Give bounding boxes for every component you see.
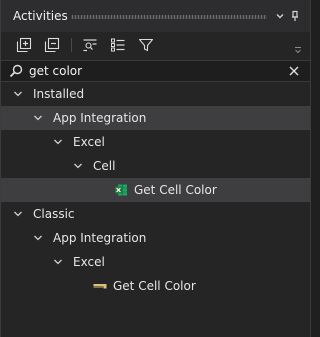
show-favorites-button[interactable]: [81, 36, 99, 54]
classic-activity-icon: [93, 284, 107, 289]
close-icon[interactable]: [288, 65, 300, 77]
tree-node-classic-app-integration[interactable]: App Integration: [1, 226, 310, 250]
expand-all-icon: [16, 37, 32, 53]
tree-label: App Integration: [53, 231, 147, 245]
chevron-down-icon: [34, 115, 42, 121]
collapse-all-icon: [44, 37, 60, 53]
toolbar-separator: [71, 38, 72, 52]
search-icon: [9, 64, 23, 78]
chevron-down-icon: [276, 14, 284, 19]
tree-node-excel[interactable]: Excel: [1, 130, 310, 154]
panel-options-button[interactable]: [273, 9, 287, 23]
tree-node-classic[interactable]: Classic: [1, 202, 310, 226]
tree-label: Get Cell Color: [134, 183, 217, 197]
filter-icon: [138, 38, 154, 52]
collapse-all-button[interactable]: [43, 36, 61, 54]
expand-all-button[interactable]: [15, 36, 33, 54]
activities-toolbar: [1, 32, 310, 58]
tree-label: Excel: [73, 135, 105, 149]
tree-activity-classic-get-cell-color[interactable]: Get Cell Color: [1, 274, 310, 298]
search-input[interactable]: [29, 62, 279, 80]
chevron-down-icon: [34, 235, 42, 241]
tree-label: Cell: [93, 159, 116, 173]
tree-node-classic-excel[interactable]: Excel: [1, 250, 310, 274]
toolbar-overflow-icon[interactable]: [294, 46, 302, 54]
pin-icon: [292, 10, 298, 21]
titlebar-grip: [71, 15, 267, 19]
chevron-down-icon: [54, 259, 62, 265]
excel-icon: [115, 184, 127, 196]
tree-node-app-integration[interactable]: App Integration: [1, 106, 310, 130]
chevron-down-icon: [54, 139, 62, 145]
filter-button[interactable]: [137, 36, 155, 54]
tree-label: Excel: [73, 255, 105, 269]
chevron-down-icon: [74, 163, 82, 169]
tree-label: Classic: [33, 207, 75, 221]
search-box: [1, 60, 310, 82]
chevron-down-icon: [14, 91, 22, 97]
tree-node-installed[interactable]: Installed: [1, 82, 310, 106]
activities-panel: Activities get color Installed App Integ…: [0, 0, 311, 337]
activities-tree: Installed App Integration Excel Cell Get…: [1, 82, 310, 298]
chevron-down-icon: [14, 211, 22, 217]
list-icon: [111, 38, 125, 52]
tree-activity-get-cell-color[interactable]: Get Cell Color: [1, 178, 310, 202]
panel-title: Activities: [13, 9, 68, 23]
show-list-button[interactable]: [109, 36, 127, 54]
tree-label: App Integration: [53, 111, 147, 125]
tree-label: Get Cell Color: [113, 279, 196, 293]
tree-label: Installed: [33, 87, 85, 101]
pin-button[interactable]: [288, 9, 302, 23]
tree-node-cell[interactable]: Cell: [1, 154, 310, 178]
list-search-icon: [83, 39, 97, 52]
panel-titlebar: Activities: [1, 0, 310, 32]
